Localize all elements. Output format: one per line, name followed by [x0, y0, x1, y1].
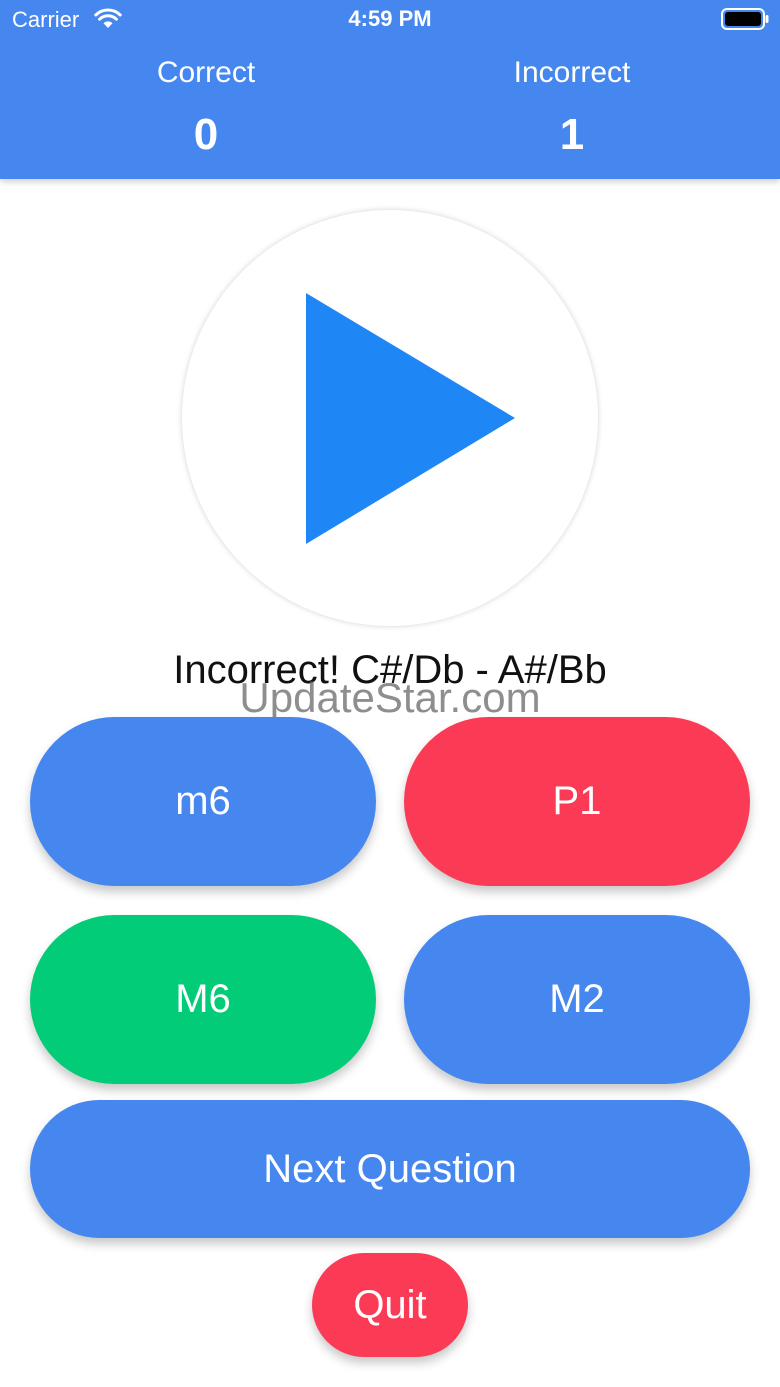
correct-label: Correct: [156, 56, 256, 89]
incorrect-count: 1: [559, 110, 585, 159]
incorrect-label: Incorrect: [513, 56, 631, 89]
status-bar: Carrier 4:59 PM: [0, 0, 780, 40]
status-time: 4:59 PM: [348, 6, 432, 31]
play-button[interactable]: [182, 210, 598, 626]
next-question-button[interactable]: Next Question: [30, 1100, 750, 1238]
watermark: UpdateStar.com: [239, 674, 541, 721]
answer-button-m6[interactable]: m6: [30, 717, 376, 886]
quit-button[interactable]: Quit: [312, 1253, 468, 1357]
answer-label: P1: [552, 779, 602, 823]
play-icon: [306, 293, 515, 544]
next-question-label: Next Question: [263, 1146, 517, 1191]
answer-button-m2[interactable]: M2: [404, 915, 750, 1084]
quit-label: Quit: [353, 1282, 427, 1327]
answer-label: M6: [175, 977, 231, 1021]
answer-label: m6: [175, 779, 231, 823]
answer-button-m6-major[interactable]: M6: [30, 915, 376, 1084]
correct-count: 0: [193, 110, 219, 159]
answer-button-p1[interactable]: P1: [404, 717, 750, 886]
answer-label: M2: [549, 977, 605, 1021]
score-header: Carrier 4:59 PM Correct 0 Incorrect 1: [0, 0, 780, 179]
battery-icon: [721, 8, 769, 30]
